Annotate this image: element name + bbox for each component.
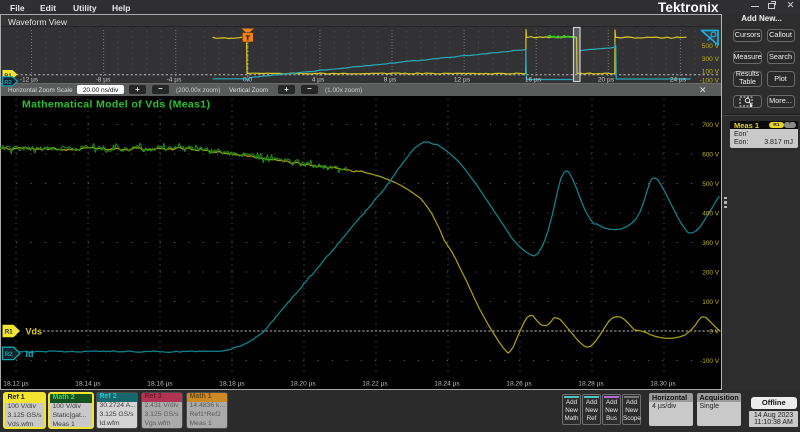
svg-text:18.24 µs: 18.24 µs	[434, 381, 460, 388]
svg-text:18.12 µs: 18.12 µs	[3, 381, 29, 388]
svg-text:R2: R2	[5, 352, 13, 358]
svg-text:Vds: Vds	[26, 327, 43, 337]
svg-text:18.28 µs: 18.28 µs	[578, 381, 604, 388]
svg-text:700 V: 700 V	[702, 122, 719, 129]
svg-text:200 V: 200 V	[702, 270, 719, 277]
svg-text:Id: Id	[26, 349, 34, 359]
svg-text:300 V: 300 V	[702, 240, 719, 247]
svg-text:18.16 µs: 18.16 µs	[147, 381, 173, 388]
svg-text:18.20 µs: 18.20 µs	[290, 381, 316, 388]
svg-text:100 V: 100 V	[702, 299, 719, 306]
svg-text:18.22 µs: 18.22 µs	[362, 381, 388, 388]
svg-text:-100 V: -100 V	[700, 358, 720, 365]
svg-text:18.18 µs: 18.18 µs	[219, 381, 245, 388]
svg-text:600 V: 600 V	[702, 152, 719, 159]
svg-text:18.26 µs: 18.26 µs	[506, 381, 532, 388]
svg-text:18.14 µs: 18.14 µs	[75, 381, 101, 388]
svg-text:0 V: 0 V	[709, 329, 719, 336]
svg-text:R1: R1	[5, 330, 13, 336]
svg-text:Mathematical Model of Vds (Mea: Mathematical Model of Vds (Meas1)	[22, 99, 210, 111]
svg-text:18.30 µs: 18.30 µs	[650, 381, 676, 388]
svg-text:400 V: 400 V	[702, 211, 719, 218]
svg-text:500 V: 500 V	[702, 181, 719, 188]
